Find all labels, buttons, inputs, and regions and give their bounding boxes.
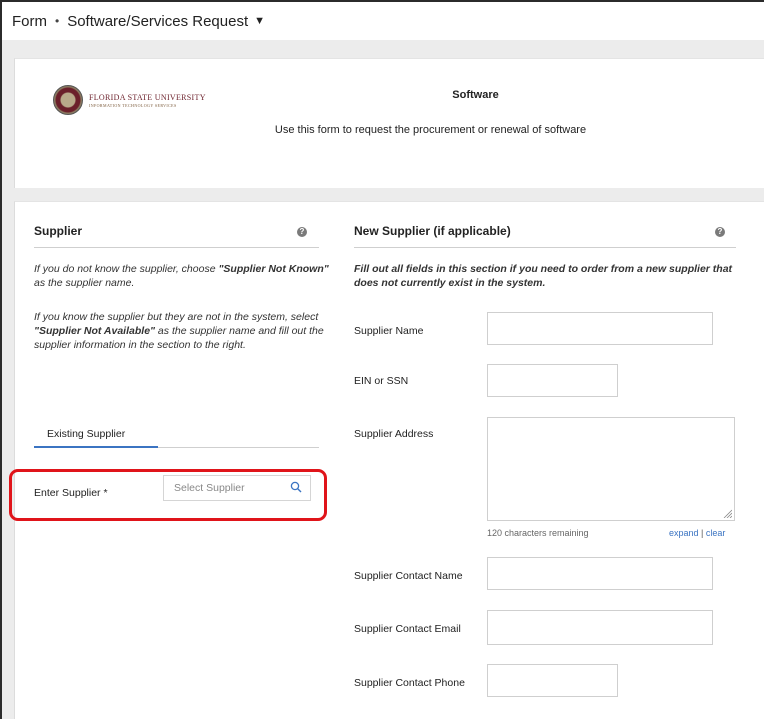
clear-link[interactable]: clear	[706, 528, 726, 538]
help-icon[interactable]: ?	[297, 227, 307, 237]
breadcrumb-separator: •	[55, 14, 60, 28]
annotation-highlight-box	[9, 469, 327, 521]
textarea-links: expand | clear	[669, 528, 726, 538]
supplier-contact-name-field[interactable]	[487, 557, 713, 590]
tab-existing-supplier[interactable]: Existing Supplier	[47, 428, 125, 440]
supplier-contact-phone-field[interactable]	[487, 664, 618, 697]
supplier-address-textarea[interactable]	[487, 417, 735, 521]
help-icon[interactable]: ?	[715, 227, 725, 237]
form-header-card: FLORIDA STATE UNIVERSITY INFORMATION TEC…	[14, 58, 764, 188]
supplier-section-title: Supplier	[34, 224, 83, 238]
form-label: Form	[12, 12, 47, 30]
new-supplier-instructions: Fill out all fields in this section if y…	[354, 263, 733, 289]
supplier-contact-email-label: Supplier Contact Email	[354, 623, 461, 635]
form-title: Software	[452, 89, 499, 101]
chevron-down-icon[interactable]: ▼	[254, 15, 265, 27]
ein-ssn-field[interactable]	[487, 364, 618, 397]
form-name-dropdown[interactable]: Software/Services Request	[67, 13, 248, 30]
expand-link[interactable]: expand	[669, 528, 699, 538]
divider	[34, 247, 319, 248]
supplier-contact-phone-label: Supplier Contact Phone	[354, 677, 465, 689]
supplier-contact-email-field[interactable]	[487, 610, 713, 645]
divider	[354, 247, 736, 248]
resize-handle-icon[interactable]	[722, 508, 732, 518]
form-description: Use this form to request the procurement…	[274, 124, 587, 136]
form-body-card: Supplier ? If you do not know the suppli…	[14, 201, 764, 719]
supplier-name-label: Supplier Name	[354, 325, 424, 337]
characters-remaining: 120 characters remaining	[487, 528, 589, 538]
supplier-address-label: Supplier Address	[354, 428, 434, 440]
new-supplier-section-title: New Supplier (if applicable)	[354, 224, 511, 238]
form-topbar: Form • Software/Services Request ▼	[2, 2, 764, 40]
ein-ssn-label: EIN or SSN	[354, 375, 409, 387]
supplier-name-field[interactable]	[487, 312, 713, 345]
divider	[158, 447, 319, 448]
supplier-instructions-1: If you do not know the supplier, choose …	[34, 263, 329, 289]
supplier-instructions-2: If you know the supplier but they are no…	[34, 311, 324, 351]
supplier-contact-name-label: Supplier Contact Name	[354, 570, 463, 582]
active-tab-indicator	[34, 446, 158, 448]
